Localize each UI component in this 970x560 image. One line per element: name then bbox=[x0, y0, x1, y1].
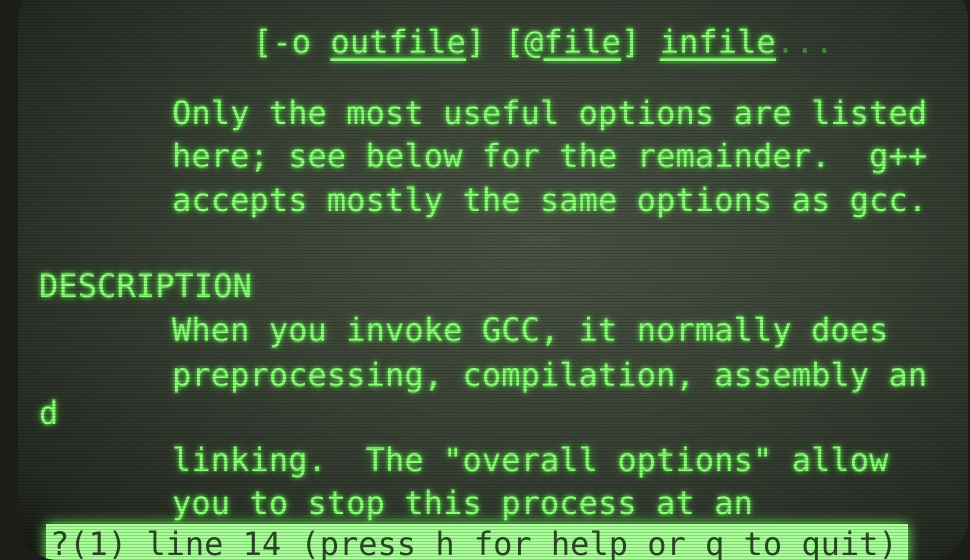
description-line: When you invoke GCC, it normally does bbox=[172, 311, 889, 349]
intro-line: accepts mostly the same options as gcc. bbox=[172, 181, 928, 219]
description-line: preprocessing, compilation, assembly an bbox=[172, 356, 928, 394]
pager-status-bar: ?(1) line 14 (press h for help or q to q… bbox=[46, 524, 908, 560]
synopsis-text: ] bbox=[620, 23, 660, 61]
description-line: linking. The "overall options" allow bbox=[172, 441, 889, 479]
description-line: d bbox=[39, 394, 59, 432]
synopsis-line: [-o outfile] [@file] infile... bbox=[253, 22, 834, 62]
section-heading: DESCRIPTION bbox=[39, 267, 253, 305]
crt-terminal-screen: [-o outfile] [@file] infile... Only the … bbox=[18, 0, 968, 560]
status-text: ?(1) line 14 (press h for help or q to q… bbox=[50, 525, 898, 560]
intro-line: here; see below for the remainder. g++ bbox=[172, 137, 928, 175]
ellipsis: ... bbox=[775, 23, 835, 61]
synopsis-text: ] [@ bbox=[466, 23, 544, 61]
file-arg: file bbox=[543, 23, 621, 61]
intro-line: Only the most useful options are listed bbox=[172, 94, 928, 132]
outfile-arg: outfile bbox=[330, 23, 467, 61]
synopsis-text: [-o bbox=[253, 23, 331, 61]
infile-arg: infile bbox=[659, 23, 776, 61]
description-line: you to stop this process at an bbox=[172, 484, 753, 522]
